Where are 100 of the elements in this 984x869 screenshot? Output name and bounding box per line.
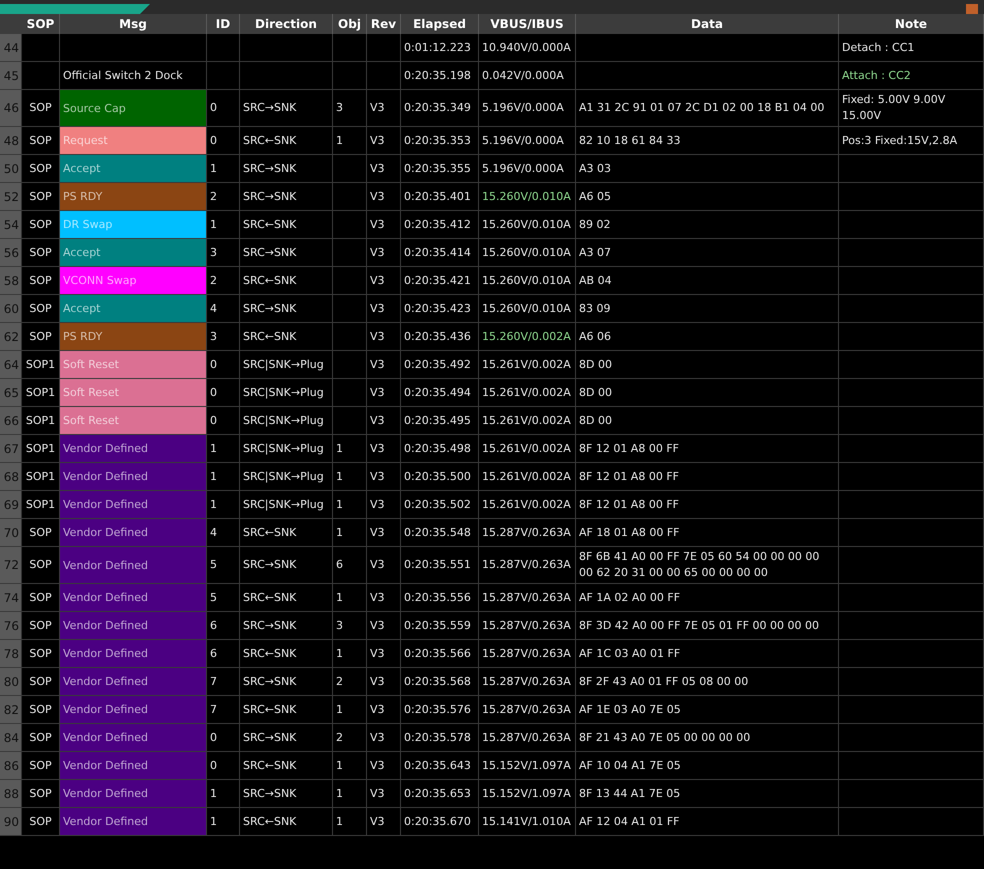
column-header[interactable]: Obj [333, 14, 367, 34]
row-number: 67 [0, 435, 22, 462]
table-cell: V3 [367, 463, 401, 490]
table-cell: V3 [367, 808, 401, 835]
table-cell: 89 02 [576, 211, 839, 238]
table-cell: 15.287V/0.263A [479, 640, 576, 667]
table-cell: 15.261V/0.002A [479, 351, 576, 378]
table-cell: 0:20:35.423 [401, 295, 479, 322]
table-cell: 15.261V/0.002A [479, 463, 576, 490]
column-header[interactable]: Rev [367, 14, 401, 34]
table-cell: V3 [367, 183, 401, 210]
row-number: 66 [0, 407, 22, 434]
table-cell: 5 [207, 584, 240, 611]
table-cell: 0:20:35.500 [401, 463, 479, 490]
table-cell: 0 [207, 90, 240, 126]
table-cell: 2 [333, 668, 367, 695]
table-cell: A3 03 [576, 155, 839, 182]
table-cell: 7 [207, 668, 240, 695]
table-cell: AF 18 01 A8 00 FF [576, 519, 839, 546]
row-number: 50 [0, 155, 22, 182]
table-cell: 8F 21 43 A0 7E 05 00 00 00 00 [576, 724, 839, 751]
table-cell: V3 [367, 752, 401, 779]
table-cell: 0:20:35.436 [401, 323, 479, 350]
row-number: 45 [0, 62, 22, 89]
table-cell: 1 [207, 780, 240, 807]
row-number: 88 [0, 780, 22, 807]
table-cell: V3 [367, 435, 401, 462]
table-cell: 0:20:35.576 [401, 696, 479, 723]
table-cell: V3 [367, 351, 401, 378]
table-cell: Detach : CC1 [839, 34, 984, 61]
column-header[interactable]: ID [207, 14, 240, 34]
row-number: 80 [0, 668, 22, 695]
row-number: 48 [0, 127, 22, 154]
table-cell: V3 [367, 379, 401, 406]
table-cell: 15.141V/1.010A [479, 808, 576, 835]
table-cell: 1 [333, 491, 367, 518]
table-cell: 1 [333, 519, 367, 546]
table-cell: SRC←SNK [240, 696, 333, 723]
table-cell: 15.287V/0.263A [479, 668, 576, 695]
table-cell: SRC←SNK [240, 519, 333, 546]
table-cell: AB 04 [576, 267, 839, 294]
table-cell: 15.287V/0.263A [479, 696, 576, 723]
message-cell: Accept [60, 155, 207, 182]
table-cell: 8F 12 01 A8 00 FF [576, 491, 839, 518]
table-cell: 0:20:35.566 [401, 640, 479, 667]
row-number: 70 [0, 519, 22, 546]
table-cell: 0:20:35.643 [401, 752, 479, 779]
table-cell: V3 [367, 267, 401, 294]
table-cell: A1 31 2C 91 01 07 2C D1 02 00 18 B1 04 00 [576, 90, 839, 126]
table-cell: SRC|SNK→Plug [240, 351, 333, 378]
table-cell: SRC→SNK [240, 668, 333, 695]
row-number: 46 [0, 90, 22, 126]
column-header[interactable]: Elapsed [401, 14, 479, 34]
table-cell: 0 [207, 351, 240, 378]
message-cell: Vendor Defined [60, 584, 207, 611]
table-cell: 0 [207, 127, 240, 154]
table-cell: V3 [367, 724, 401, 751]
table-cell: 0:20:35.414 [401, 239, 479, 266]
message-cell: Vendor Defined [60, 612, 207, 639]
column-header[interactable]: Note [839, 14, 984, 34]
table-cell: 5.196V/0.000A [479, 127, 576, 154]
table-cell: SRC←SNK [240, 267, 333, 294]
row-number: 62 [0, 323, 22, 350]
row-number: 78 [0, 640, 22, 667]
table-cell: Pos:3 Fixed:15V,2.8A [839, 127, 984, 154]
message-cell: Vendor Defined [60, 808, 207, 835]
column-header[interactable]: Data [576, 14, 839, 34]
table-cell: 0:20:35.653 [401, 780, 479, 807]
table-cell: 4 [207, 295, 240, 322]
table-cell: AF 1E 03 A0 7E 05 [576, 696, 839, 723]
table-cell: V3 [367, 612, 401, 639]
table-cell: Attach : CC2 [839, 62, 984, 89]
table-cell: 15.287V/0.263A [479, 612, 576, 639]
table-cell: 15.260V/0.010A [479, 267, 576, 294]
column-header[interactable]: Direction [240, 14, 333, 34]
table-cell: 0:20:35.421 [401, 267, 479, 294]
table-cell: SRC→SNK [240, 183, 333, 210]
message-cell: Request [60, 127, 207, 154]
table-cell: 1 [207, 155, 240, 182]
column-header[interactable]: VBUS/IBUS [479, 14, 576, 34]
table-cell: AF 10 04 A1 7E 05 [576, 752, 839, 779]
table-cell: 8F 12 01 A8 00 FF [576, 435, 839, 462]
table-cell: 8D 00 [576, 351, 839, 378]
table-cell: 0:20:35.495 [401, 407, 479, 434]
table-cell: 1 [207, 435, 240, 462]
table-cell: 6 [207, 640, 240, 667]
table-cell: SRC←SNK [240, 640, 333, 667]
table-cell: 1 [333, 640, 367, 667]
row-number: 54 [0, 211, 22, 238]
table-cell: SRC→SNK [240, 612, 333, 639]
table-cell: 3 [207, 323, 240, 350]
message-cell: Vendor Defined [60, 668, 207, 695]
row-number: 86 [0, 752, 22, 779]
table-cell: 1 [333, 752, 367, 779]
table-cell: 15.261V/0.002A [479, 379, 576, 406]
table-cell: V3 [367, 547, 401, 583]
table-cell: 0:20:35.401 [401, 183, 479, 210]
column-header[interactable]: SOP [22, 14, 60, 34]
table-cell: SRC→SNK [240, 90, 333, 126]
table-cell: SRC→SNK [240, 780, 333, 807]
